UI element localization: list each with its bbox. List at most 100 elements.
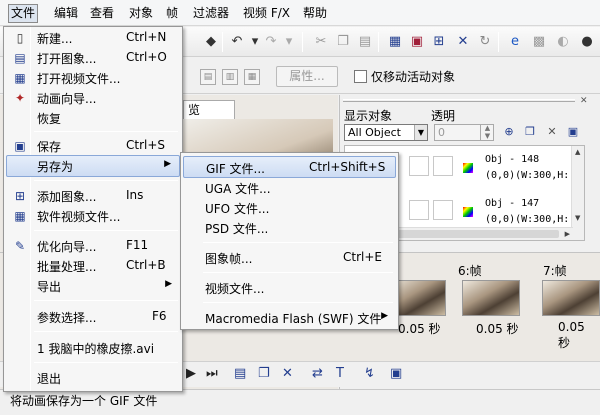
- scroll-up-icon[interactable]: ▲: [575, 148, 580, 156]
- menu-item-new[interactable]: ▯ 新建... Ctrl+N: [6, 27, 180, 49]
- show-objects-select[interactable]: All Object ▼: [344, 124, 428, 141]
- add-object-icon[interactable]: ⊕: [502, 125, 516, 139]
- menu-separator: [34, 300, 178, 301]
- menu-object[interactable]: 对象: [127, 4, 155, 23]
- menu-edit[interactable]: 编辑: [52, 4, 80, 23]
- menu-view[interactable]: 查看: [88, 4, 116, 23]
- menu-item-shortcut: Ctrl+E: [343, 250, 382, 264]
- frame-label: 6:帧: [458, 264, 482, 278]
- record-icon[interactable]: ●: [578, 33, 596, 51]
- add-image-icon: ⊞: [14, 189, 26, 203]
- copy-icon[interactable]: ❐: [334, 33, 352, 51]
- crop-icon[interactable]: ▦: [386, 33, 404, 51]
- resize-icon[interactable]: ⊞: [430, 33, 448, 51]
- menu-item-save-uga[interactable]: UGA 文件...: [183, 177, 396, 199]
- menu-item-label: GIF 文件...: [206, 162, 265, 176]
- properties-button[interactable]: 属性...: [276, 66, 338, 87]
- panel-grip[interactable]: [343, 99, 575, 102]
- menu-item-open-video[interactable]: ▦ 打开视频文件...: [6, 67, 180, 89]
- undo-icon[interactable]: ↶: [228, 33, 246, 51]
- redo-dropdown-icon[interactable]: ▾: [280, 33, 298, 51]
- scroll-down-icon[interactable]: ▼: [575, 214, 580, 222]
- menu-item-label: 动画向导...: [37, 92, 97, 106]
- transform-icon[interactable]: ✕: [454, 33, 472, 51]
- menu-item-save-swf[interactable]: Macromedia Flash (SWF) 文件 ▶: [183, 307, 396, 329]
- cut-icon[interactable]: ✂: [312, 33, 330, 51]
- menu-item-animation-wizard[interactable]: ✦ 动画向导...: [6, 87, 180, 109]
- transparency-spinner[interactable]: ▲ ▼: [480, 124, 494, 141]
- menu-video-fx[interactable]: 视频 F/X: [241, 4, 292, 23]
- transition-icon[interactable]: ↯: [364, 366, 375, 381]
- browser-icon[interactable]: e: [506, 33, 524, 51]
- menu-item-batch[interactable]: 批量处理... Ctrl+B: [6, 255, 180, 277]
- app-window: 文件 编辑 查看 对象 帧 过滤器 视频 F/X 帮助 ◆ ↶ ▾ ↷ ▾ ✂ …: [0, 0, 600, 415]
- menu-item-save-ufo[interactable]: UFO 文件...: [183, 197, 396, 219]
- tween-icon[interactable]: ⇄: [312, 366, 323, 381]
- open-image-icon: ▤: [14, 51, 26, 65]
- duplicate-object-icon[interactable]: ❐: [523, 125, 537, 139]
- last-frame-icon[interactable]: ⏭: [206, 366, 218, 381]
- menu-item-optimize-wizard[interactable]: ✎ 优化向导... F11: [6, 235, 180, 257]
- menu-item-save-psd[interactable]: PSD 文件...: [183, 217, 396, 239]
- menu-item-shortcut: Ctrl+Shift+S: [309, 160, 386, 174]
- frame-icon[interactable]: ▣: [408, 33, 426, 51]
- menu-item-shortcut: Ctrl+O: [126, 50, 167, 64]
- menu-item-save-gif[interactable]: GIF 文件... Ctrl+Shift+S: [183, 156, 396, 178]
- rotate-icon[interactable]: ↻: [476, 33, 494, 51]
- menu-item-save-as[interactable]: 另存为 ▶: [6, 155, 180, 177]
- effect-icon[interactable]: ◐: [554, 33, 572, 51]
- paint-icon[interactable]: ◆: [202, 33, 220, 51]
- play-icon[interactable]: ▶: [186, 366, 196, 381]
- menu-item-label: PSD 文件...: [205, 222, 269, 236]
- menu-separator: [203, 302, 393, 303]
- panel-close-icon[interactable]: ✕: [580, 96, 588, 106]
- menu-item-add-video[interactable]: ▦ 软件视频文件...: [6, 205, 180, 227]
- scroll-right-icon[interactable]: ▶: [565, 230, 570, 238]
- move-active-only-checkbox[interactable]: [354, 70, 367, 83]
- frame-thumbnail[interactable]: [462, 280, 520, 316]
- menu-filter[interactable]: 过滤器: [191, 4, 231, 23]
- chevron-down-icon[interactable]: ▼: [414, 125, 427, 140]
- paste-icon[interactable]: ▤: [356, 33, 374, 51]
- submenu-arrow-icon: ▶: [381, 311, 388, 321]
- grid-icon[interactable]: ▩: [530, 33, 548, 51]
- duplicate-frame-icon[interactable]: ❐: [258, 366, 270, 381]
- menu-item-recent-file[interactable]: 1 我脑中的橡皮擦.avi: [6, 337, 180, 359]
- menu-item-preferences[interactable]: 参数选择... F6: [6, 306, 180, 328]
- delete-frame-icon[interactable]: ✕: [282, 366, 293, 381]
- frame-thumbnail[interactable]: [542, 280, 600, 316]
- menu-item-save[interactable]: ▣ 保存 Ctrl+S: [6, 135, 180, 157]
- menu-item-save-video[interactable]: 视频文件...: [183, 277, 396, 299]
- menu-item-label: 批量处理...: [37, 260, 97, 274]
- text-banner-icon[interactable]: T: [336, 366, 344, 381]
- menu-item-label: 图象帧...: [205, 252, 253, 266]
- redo-icon[interactable]: ↷: [262, 33, 280, 51]
- menu-item-label: 视频文件...: [205, 282, 265, 296]
- align-left-icon[interactable]: ▤: [200, 69, 216, 85]
- align-right-icon[interactable]: ▦: [244, 69, 260, 85]
- align-center-icon[interactable]: ▥: [222, 69, 238, 85]
- object-thumbnail: [409, 200, 429, 220]
- submenu-arrow-icon: ▶: [165, 279, 172, 289]
- menu-item-exit[interactable]: 退出: [6, 367, 180, 389]
- menu-item-label: 优化向导...: [37, 240, 97, 254]
- menu-item-add-image[interactable]: ⊞ 添加图象... Ins: [6, 185, 180, 207]
- menu-item-save-image-frames[interactable]: 图象帧... Ctrl+E: [183, 247, 396, 269]
- menu-frame[interactable]: 帧: [164, 4, 180, 23]
- new-frame-icon[interactable]: ▤: [234, 366, 246, 381]
- frame-delay: 0.05 秒: [476, 322, 519, 336]
- menu-file[interactable]: 文件: [8, 4, 39, 23]
- object-list-vertical-scrollbar[interactable]: ▲ ▼: [571, 146, 584, 240]
- menu-help[interactable]: 帮助: [301, 4, 329, 23]
- delete-object-icon[interactable]: ✕: [545, 125, 559, 139]
- object-properties-icon[interactable]: ▣: [566, 125, 580, 139]
- tab-preview[interactable]: 览: [183, 100, 235, 119]
- menu-separator: [34, 230, 178, 231]
- frame-label: 7:帧: [543, 264, 567, 278]
- optimize-icon: ✎: [14, 239, 26, 253]
- menu-item-open-image[interactable]: ▤ 打开图象... Ctrl+O: [6, 47, 180, 69]
- frame-properties-icon[interactable]: ▣: [390, 366, 402, 381]
- menu-item-revert[interactable]: 恢复: [6, 107, 180, 129]
- menu-item-shortcut: F6: [152, 309, 167, 323]
- menu-item-export[interactable]: 导出 ▶: [6, 275, 180, 297]
